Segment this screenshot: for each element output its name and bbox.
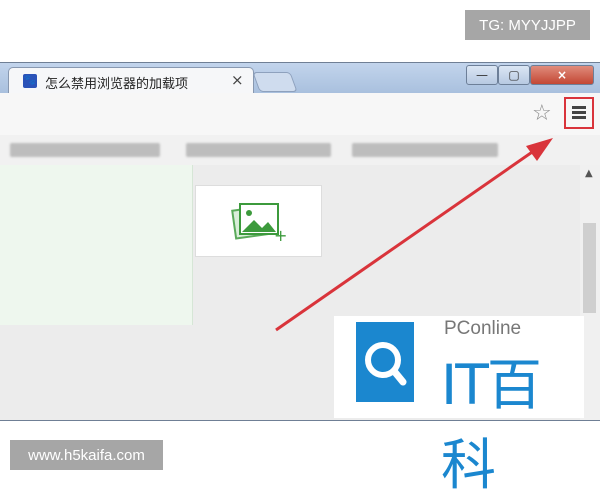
logo-brand-text: PConline	[444, 318, 522, 339]
bottom-watermark: www.h5kaifa.com	[10, 440, 163, 470]
logo-name-text: IT百科	[441, 353, 542, 497]
pconline-logo: PConline IT百科	[334, 316, 584, 497]
logo-magnifier-icon	[356, 322, 414, 402]
